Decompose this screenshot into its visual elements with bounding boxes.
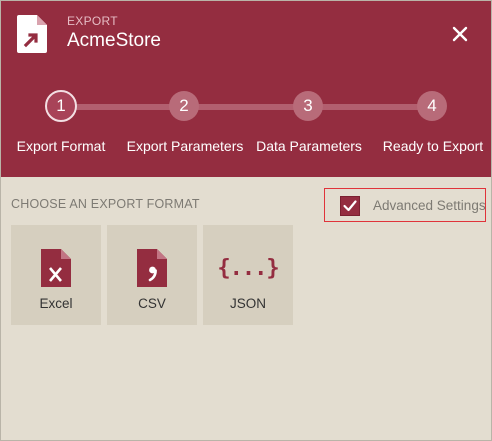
dialog-header: EXPORT AcmeStore 1 2 3 4 Export Format E…	[1, 1, 491, 177]
format-tile-json[interactable]: {...} JSON	[203, 225, 293, 325]
step-4-label[interactable]: Ready to Export	[383, 138, 483, 154]
format-label-csv: CSV	[138, 296, 166, 311]
steps-progress-track	[61, 104, 433, 110]
format-label-json: JSON	[229, 296, 266, 311]
section-title: CHOOSE AN EXPORT FORMAT	[11, 197, 200, 211]
format-tile-csv[interactable]: CSV	[107, 225, 197, 325]
format-tile-excel[interactable]: Excel	[11, 225, 101, 325]
format-label-excel: Excel	[39, 296, 73, 311]
app-title: AcmeStore	[67, 30, 161, 51]
step-3-circle[interactable]: 3	[293, 91, 323, 121]
step-2-label[interactable]: Export Parameters	[127, 138, 244, 154]
step-1-label[interactable]: Export Format	[17, 138, 106, 154]
csv-file-icon	[107, 249, 197, 289]
checkmark-icon	[343, 200, 357, 212]
close-icon	[452, 26, 468, 42]
advanced-settings-checkbox[interactable]	[340, 196, 360, 216]
step-2-circle[interactable]: 2	[169, 91, 199, 121]
advanced-settings-toggle[interactable]: Advanced Settings	[324, 188, 486, 222]
excel-file-icon	[11, 249, 101, 289]
step-1-circle[interactable]: 1	[45, 90, 77, 122]
export-dialog: EXPORT AcmeStore 1 2 3 4 Export Format E…	[0, 0, 492, 441]
close-button[interactable]	[447, 21, 473, 47]
export-label: EXPORT	[67, 14, 118, 28]
json-braces-icon: {...}	[217, 256, 279, 281]
advanced-settings-label: Advanced Settings	[373, 198, 486, 213]
export-document-icon	[17, 15, 49, 53]
step-4-circle[interactable]: 4	[417, 91, 447, 121]
step-3-label[interactable]: Data Parameters	[256, 138, 362, 154]
